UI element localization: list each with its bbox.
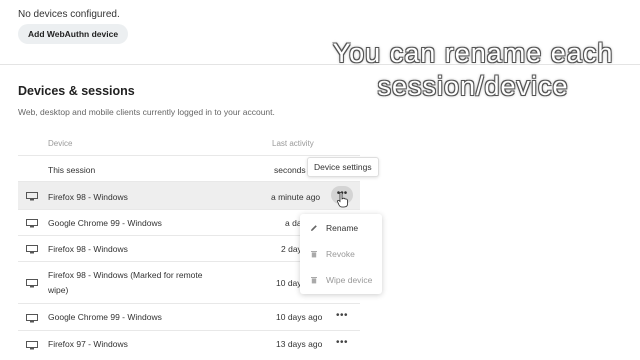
- session-last-activity: 13 days ago: [276, 339, 323, 349]
- column-header-device: Device: [48, 139, 73, 148]
- caption-line-2: session/device: [377, 71, 569, 101]
- add-webauthn-device-button[interactable]: Add WebAuthn device: [18, 24, 129, 44]
- menu-item-revoke[interactable]: Revoke: [300, 241, 382, 267]
- session-last-activity: 10 days ago: [276, 312, 323, 322]
- session-device-name: Firefox 98 - Windows: [48, 192, 128, 202]
- session-device-name: Firefox 97 - Windows: [48, 339, 128, 349]
- menu-item-label: Wipe device: [326, 275, 373, 285]
- session-last-activity: 2 day: [281, 244, 302, 254]
- session-last-activity: a minute ago: [271, 192, 321, 202]
- monitor-icon: [26, 245, 38, 254]
- monitor-icon: [26, 219, 38, 228]
- session-device-name: This session: [48, 165, 96, 175]
- session-row[interactable]: Google Chrome 99 - Windows 10 days ago •…: [18, 303, 360, 331]
- session-row[interactable]: Firefox 98 - Windows a minute ago: [18, 181, 360, 210]
- session-device-name-continued: wipe): [48, 285, 69, 295]
- menu-item-label: Rename: [326, 223, 359, 233]
- session-device-name: Firefox 98 - Windows (Marked for remote: [48, 270, 203, 280]
- menu-item-rename[interactable]: Rename: [300, 215, 382, 241]
- menu-item-label: Revoke: [326, 249, 355, 259]
- device-settings-button[interactable]: •••: [336, 310, 348, 321]
- column-header-last-activity: Last activity: [272, 139, 314, 148]
- devices-sessions-description: Web, desktop and mobile clients currentl…: [18, 107, 275, 117]
- session-last-activity: seconds: [274, 165, 306, 175]
- trash-icon: [311, 251, 317, 258]
- session-last-activity: 10 day: [276, 278, 302, 288]
- menu-item-wipe-device[interactable]: Wipe device: [300, 267, 382, 293]
- pencil-icon: [311, 225, 317, 231]
- monitor-icon: [26, 279, 38, 288]
- session-row[interactable]: Firefox 97 - Windows 13 days ago •••: [18, 330, 360, 358]
- session-device-name: Google Chrome 99 - Windows: [48, 312, 162, 322]
- monitor-icon: [26, 192, 38, 201]
- session-device-name: Firefox 98 - Windows: [48, 244, 128, 254]
- device-settings-button[interactable]: •••: [336, 337, 348, 348]
- device-settings-tooltip: Device settings: [307, 157, 379, 177]
- caption-overlay: You can rename each session/device: [318, 37, 628, 103]
- device-context-menu: Rename Revoke Wipe device: [300, 214, 382, 294]
- monitor-icon: [26, 313, 38, 322]
- trash-icon: [311, 277, 317, 284]
- hand-cursor-icon: [337, 192, 348, 208]
- webauthn-status-text: No devices configured.: [18, 9, 120, 20]
- monitor-icon: [26, 340, 38, 349]
- devices-sessions-title: Devices & sessions: [18, 84, 135, 98]
- caption-line-1: You can rename each: [332, 38, 614, 68]
- session-device-name: Google Chrome 99 - Windows: [48, 218, 162, 228]
